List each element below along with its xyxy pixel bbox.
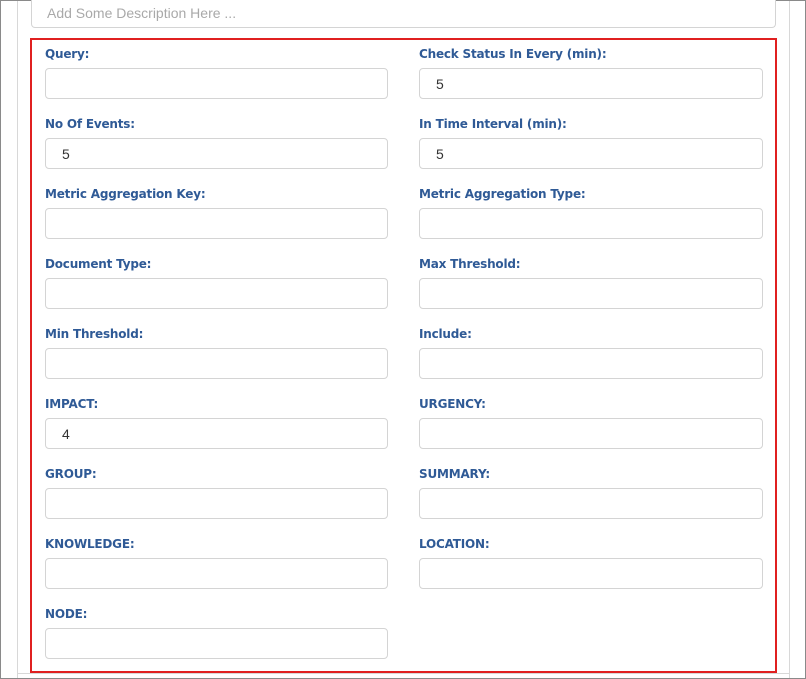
check-status-label: Check Status In Every (min): (419, 47, 607, 61)
max-threshold-input[interactable] (419, 278, 763, 309)
max-threshold-label: Max Threshold: (419, 257, 521, 271)
group-input[interactable] (45, 488, 388, 519)
description-input[interactable] (31, 0, 776, 28)
node-input[interactable] (45, 628, 388, 659)
panel-border-left (17, 1, 18, 678)
node-label: NODE: (45, 607, 88, 621)
impact-input[interactable] (45, 418, 388, 449)
min-threshold-input[interactable] (45, 348, 388, 379)
metric-aggregation-type-label: Metric Aggregation Type: (419, 187, 586, 201)
include-label: Include: (419, 327, 472, 341)
time-interval-input[interactable] (419, 138, 763, 169)
location-label: LOCATION: (419, 537, 490, 551)
document-type-input[interactable] (45, 278, 388, 309)
knowledge-label: KNOWLEDGE: (45, 537, 135, 551)
metric-aggregation-type-input[interactable] (419, 208, 763, 239)
metric-aggregation-key-input[interactable] (45, 208, 388, 239)
metric-aggregation-key-label: Metric Aggregation Key: (45, 187, 206, 201)
document-type-label: Document Type: (45, 257, 152, 271)
no-of-events-input[interactable] (45, 138, 388, 169)
include-input[interactable] (419, 348, 763, 379)
time-interval-label: In Time Interval (min): (419, 117, 567, 131)
group-label: GROUP: (45, 467, 97, 481)
summary-input[interactable] (419, 488, 763, 519)
min-threshold-label: Min Threshold: (45, 327, 144, 341)
knowledge-input[interactable] (45, 558, 388, 589)
panel-border-right (789, 1, 790, 678)
summary-label: SUMMARY: (419, 467, 490, 481)
impact-label: IMPACT: (45, 397, 99, 411)
panel-border-bottom (17, 673, 790, 674)
check-status-input[interactable] (419, 68, 763, 99)
no-of-events-label: No Of Events: (45, 117, 135, 131)
urgency-label: URGENCY: (419, 397, 486, 411)
location-input[interactable] (419, 558, 763, 589)
query-input[interactable] (45, 68, 388, 99)
window-frame: Query: No Of Events: Metric Aggregation … (0, 0, 806, 679)
query-label: Query: (45, 47, 90, 61)
urgency-input[interactable] (419, 418, 763, 449)
